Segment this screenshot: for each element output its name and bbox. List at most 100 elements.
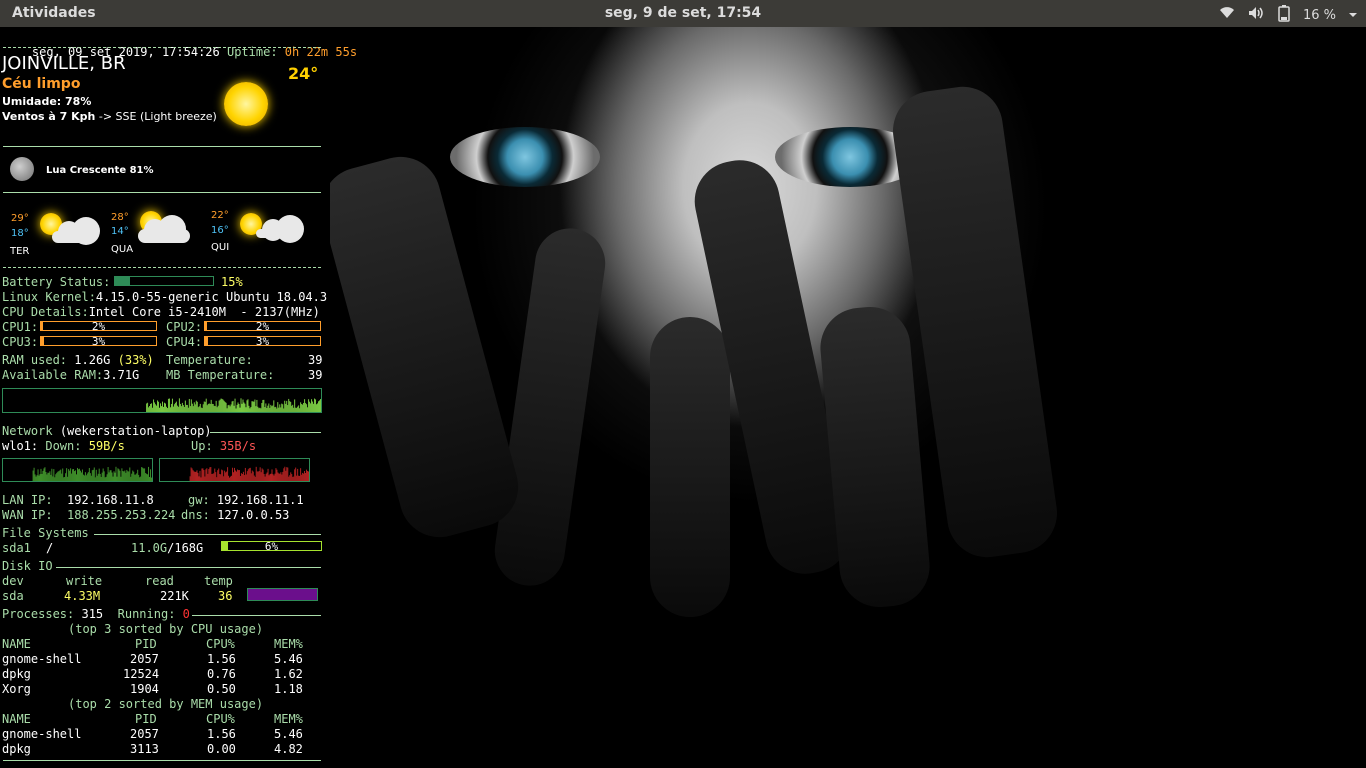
hand-shape <box>490 223 610 591</box>
running-value: 0 <box>182 607 190 621</box>
battery-icon[interactable] <box>1277 4 1291 26</box>
network-label: Network <box>2 424 53 438</box>
down-label: Down: <box>45 439 82 453</box>
divider <box>3 192 321 193</box>
forecast-high: 22° <box>211 210 229 221</box>
cpu3-percent: 3% <box>91 335 106 348</box>
weather-temp: 24° <box>288 64 319 83</box>
processes-line: Processes: 315 Running: 0 <box>2 607 190 621</box>
wifi-icon[interactable] <box>1219 5 1235 25</box>
forecast-day-label: TER <box>10 246 30 257</box>
col-name: NAME <box>2 712 31 726</box>
cpu2-percent: 2% <box>255 320 270 333</box>
file-systems-header: File Systems <box>2 526 89 540</box>
col-cpu: CPU% <box>206 637 235 651</box>
cpu4-percent: 3% <box>255 335 270 348</box>
process-cpu: 1.56 <box>207 652 236 666</box>
ram-used-value: 1.26G <box>74 353 111 367</box>
clock-button[interactable]: seg, 9 de set, 17:54 <box>605 5 761 21</box>
process-name: gnome-shell <box>2 727 82 741</box>
interface-name: wlo1: <box>2 439 39 453</box>
diskio-write: 4.33M <box>64 589 101 603</box>
diskio-graph <box>247 588 318 601</box>
col-mem: MEM% <box>274 637 303 651</box>
process-pid: 1904 <box>130 682 159 696</box>
processes-label: Processes: <box>2 607 75 621</box>
process-name: dpkg <box>2 667 31 681</box>
diskio-temp: 36 <box>218 589 233 603</box>
gateway-value: 192.168.11.1 <box>216 493 304 507</box>
forecast-day-label: QUA <box>111 244 134 255</box>
process-cpu: 0.00 <box>207 742 236 756</box>
process-name: Xorg <box>2 682 31 696</box>
gateway-line: gw: 192.168.11.1 <box>188 493 304 507</box>
diskio-read: 221K <box>160 589 189 603</box>
col-name: NAME <box>2 637 31 651</box>
process-cpu: 0.76 <box>207 667 236 681</box>
process-cpu: 0.50 <box>207 682 236 696</box>
dns-line: dns: 127.0.0.53 <box>181 508 289 522</box>
fs-usage: 11.0G/168G <box>131 541 203 555</box>
kernel-line: Linux Kernel:4.15.0-55-generic Ubuntu 18… <box>2 290 327 304</box>
moon-phase: Lua Crescente 81% <box>46 165 154 176</box>
top-panel: Atividades seg, 9 de set, 17:54 16 % <box>0 0 1366 27</box>
forecast-low: 18° <box>11 228 29 239</box>
fs-device: sda1 <box>2 541 31 555</box>
kernel-label: Linux Kernel: <box>2 290 96 304</box>
battery-status-label: Battery Status: <box>2 275 111 289</box>
activities-button[interactable]: Atividades <box>12 5 96 21</box>
up-value: 35B/s <box>219 439 257 453</box>
process-pid: 2057 <box>130 652 159 666</box>
disk-io-header: Disk IO <box>2 559 53 573</box>
cpu-details-label: CPU Details: <box>2 305 89 319</box>
cpu2-label: CPU2: <box>166 320 203 334</box>
down-line: wlo1: Down: 59B/s <box>2 439 125 453</box>
left-eye <box>450 127 600 187</box>
ram-used-percent: (33%) <box>117 353 154 367</box>
diskio-col-read: read <box>145 574 174 588</box>
volume-icon[interactable] <box>1247 5 1265 25</box>
col-pid: PID <box>135 637 157 651</box>
temperature-label: Temperature: <box>166 353 253 367</box>
cloud-icon <box>256 215 304 243</box>
conky-panel: seg, 09 set 2019, 17:54:26 Uptime: 0h 22… <box>0 27 357 768</box>
hostname: (wekerstation-laptop) <box>59 424 212 438</box>
cpu-details-value: Intel Core i5-2410M - 2137(MHz) <box>88 305 320 319</box>
battery-percentage[interactable]: 16 % <box>1303 8 1336 23</box>
cpu-details-line: CPU Details:Intel Core i5-2410M - 2137(M… <box>2 305 320 319</box>
hand-shape <box>330 147 528 547</box>
process-mem: 1.62 <box>274 667 303 681</box>
wan-ip-line: WAN IP: 188.255.253.224 <box>2 508 175 522</box>
mb-temperature-label: MB Temperature: <box>166 368 275 382</box>
divider <box>3 267 321 268</box>
weather-city: JOINVILLE, BR <box>2 53 126 74</box>
lan-ip-label: LAN IP: <box>2 493 53 507</box>
fs-percent: 6% <box>264 540 279 553</box>
cpu1-percent: 2% <box>91 320 106 333</box>
cpu4-label: CPU4: <box>166 335 203 349</box>
process-pid: 3113 <box>130 742 159 756</box>
system-tray[interactable]: 16 % <box>1219 4 1358 26</box>
forecast-high: 29° <box>11 213 29 224</box>
battery-status-value: 15% <box>221 275 243 289</box>
process-name: dpkg <box>2 742 31 756</box>
wan-ip-value: 188.255.253.224 <box>67 508 176 522</box>
dns-value: 127.0.0.53 <box>217 508 290 522</box>
divider <box>210 432 321 433</box>
weather-condition: Céu limpo <box>2 76 81 92</box>
col-pid: PID <box>135 712 157 726</box>
cpu1-label: CPU1: <box>2 320 39 334</box>
fs-total: /168G <box>167 541 204 555</box>
top-cpu-title: (top 3 sorted by CPU usage) <box>68 622 264 636</box>
top-mem-title: (top 2 sorted by MEM usage) <box>68 697 264 711</box>
process-cpu: 1.56 <box>207 727 236 741</box>
fs-bar: 6% <box>221 540 322 553</box>
upload-graph <box>159 458 310 482</box>
divider <box>3 146 321 147</box>
divider <box>3 47 321 48</box>
network-line: Network (wekerstation-laptop) <box>2 424 212 438</box>
fs-used: 11.0G <box>131 541 168 555</box>
dropdown-arrow-icon[interactable] <box>1348 7 1358 23</box>
forecast-high: 28° <box>111 212 129 223</box>
col-cpu: CPU% <box>206 712 235 726</box>
